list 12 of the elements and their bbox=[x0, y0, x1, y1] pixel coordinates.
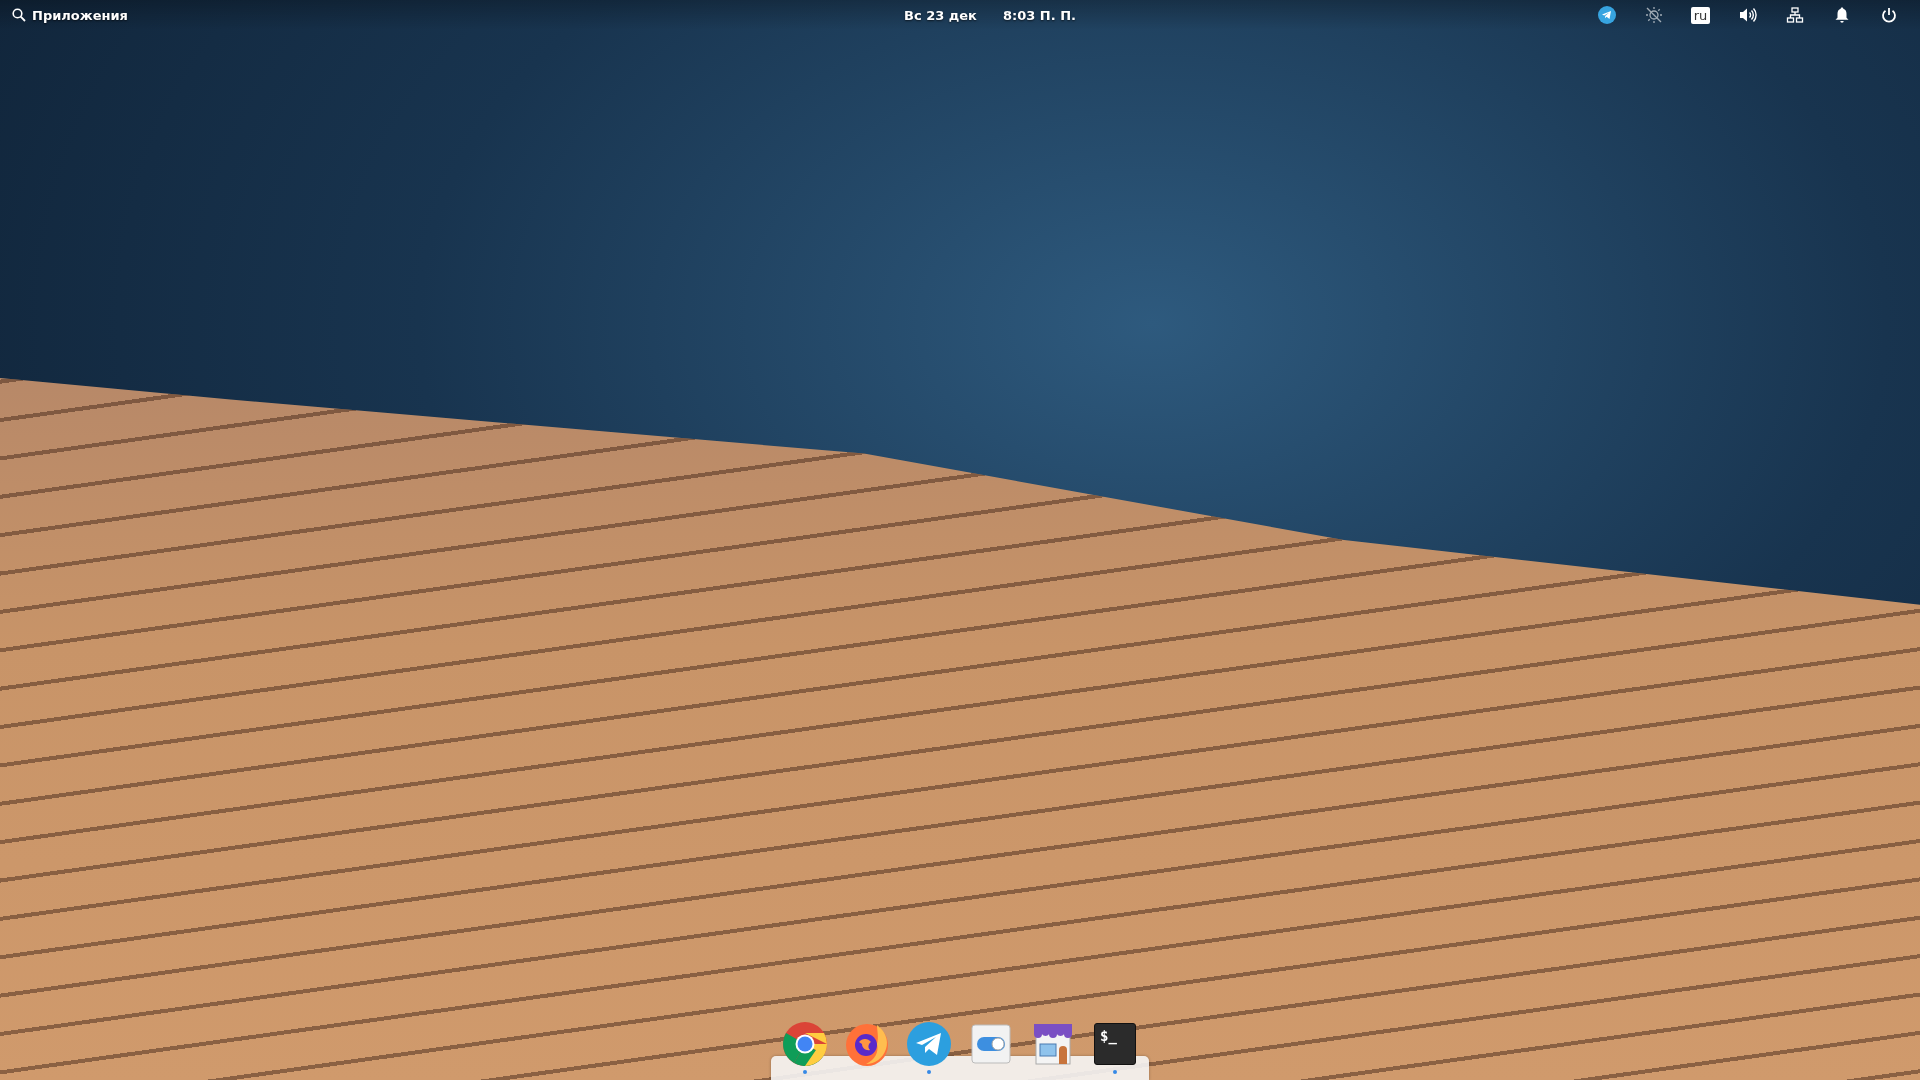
notifications-icon[interactable] bbox=[1833, 6, 1850, 24]
network-icon[interactable] bbox=[1785, 6, 1804, 24]
power-icon[interactable] bbox=[1879, 6, 1898, 24]
terminal-icon[interactable]: $_ bbox=[1094, 1023, 1136, 1065]
date-label[interactable]: Вс 23 дек bbox=[904, 7, 977, 23]
time-label[interactable]: 8:03 П. П. bbox=[1002, 7, 1076, 23]
chrome-icon[interactable] bbox=[781, 1020, 829, 1068]
night-light-icon[interactable] bbox=[1644, 6, 1663, 24]
volume-icon[interactable] bbox=[1737, 6, 1758, 24]
search-icon bbox=[12, 8, 26, 22]
telegram-icon[interactable] bbox=[1597, 6, 1616, 24]
applications-button[interactable]: Приложения bbox=[12, 7, 128, 23]
